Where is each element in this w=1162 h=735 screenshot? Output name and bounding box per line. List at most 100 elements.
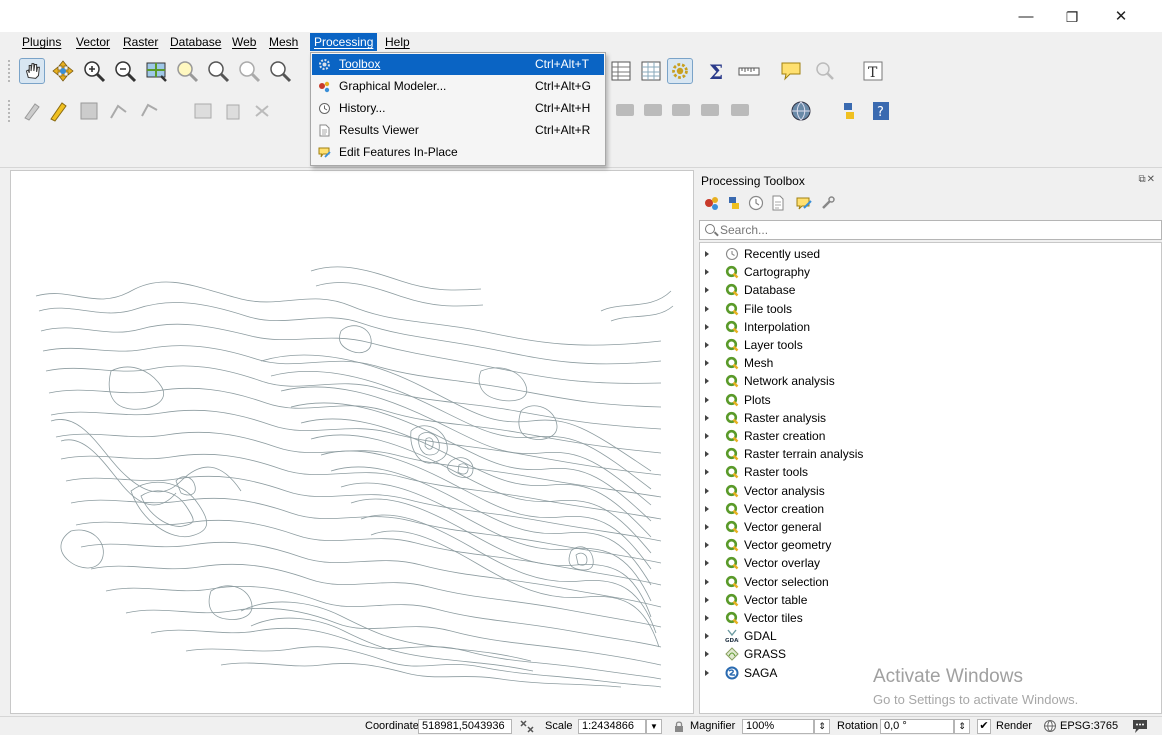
render-checkbox[interactable]: ✔ <box>977 719 991 734</box>
label-rotate-icon[interactable] <box>727 98 753 124</box>
toolbox-gear-icon[interactable] <box>667 58 693 84</box>
extents-toggle-icon[interactable] <box>519 719 535 734</box>
coordinate-field[interactable]: 518981,5043936 <box>418 719 512 734</box>
zoom-native-icon[interactable] <box>236 58 262 84</box>
menu-item-graphical-modeler[interactable]: Graphical Modeler... Ctrl+Alt+G <box>312 76 604 97</box>
expand-arrow-icon[interactable] <box>705 305 709 312</box>
map-tips-icon[interactable] <box>778 58 804 84</box>
field-calculator-icon[interactable] <box>638 58 664 84</box>
clock-icon[interactable] <box>747 194 765 212</box>
crs-globe-icon[interactable] <box>1043 719 1057 733</box>
tree-item[interactable]: GRASS <box>700 645 1161 663</box>
search-input[interactable] <box>720 222 1150 238</box>
cut-features-icon[interactable] <box>250 98 276 124</box>
toggle-editing-icon[interactable] <box>45 98 71 124</box>
edits-icon[interactable] <box>19 98 45 124</box>
menu-item-toolbox[interactable]: Toolbox Ctrl+Alt+T <box>312 54 604 75</box>
expand-arrow-icon[interactable] <box>705 269 709 276</box>
lock-icon[interactable] <box>673 720 685 733</box>
tree-item[interactable]: Vector table <box>700 591 1161 609</box>
messages-icon[interactable] <box>1131 718 1149 734</box>
zoom-layer-icon[interactable] <box>205 58 231 84</box>
attribute-table-icon[interactable] <box>608 58 634 84</box>
zoom-last-icon[interactable] <box>267 58 293 84</box>
map-canvas[interactable] <box>10 170 694 714</box>
pan-to-selection-icon[interactable] <box>50 58 76 84</box>
settings-wrench-icon[interactable] <box>819 194 837 212</box>
vertex-tool-icon[interactable] <box>137 98 163 124</box>
tree-item[interactable]: File tools <box>700 300 1161 318</box>
rotation-field[interactable]: 0,0 ° <box>880 719 954 734</box>
scale-dropdown-icon[interactable]: ▼ <box>646 719 662 734</box>
toolbar-grip[interactable] <box>8 100 12 122</box>
expand-arrow-icon[interactable] <box>705 487 709 494</box>
expand-arrow-icon[interactable] <box>705 560 709 567</box>
expand-arrow-icon[interactable] <box>705 524 709 530</box>
expand-arrow-icon[interactable] <box>705 505 709 512</box>
label-move-icon[interactable] <box>697 98 723 124</box>
toolbar-grip[interactable] <box>8 60 12 82</box>
expand-arrow-icon[interactable] <box>705 651 709 658</box>
minimize-button[interactable]: — <box>1003 6 1049 28</box>
expand-arrow-icon[interactable] <box>705 451 709 458</box>
measure-line-icon[interactable] <box>736 58 762 84</box>
expand-arrow-icon[interactable] <box>705 323 709 330</box>
expand-arrow-icon[interactable] <box>705 633 709 640</box>
tree-item[interactable]: Recently used <box>700 245 1161 263</box>
pan-hand-icon[interactable] <box>19 58 45 84</box>
tree-item[interactable]: Raster terrain analysis <box>700 445 1161 463</box>
expand-arrow-icon[interactable] <box>705 287 709 294</box>
save-edits-icon[interactable] <box>76 98 102 124</box>
tree-item[interactable]: Vector tiles <box>700 609 1161 627</box>
digitize-icon[interactable] <box>106 98 132 124</box>
text-annotation-icon[interactable]: T <box>860 58 886 84</box>
expand-arrow-icon[interactable] <box>705 596 709 603</box>
tree-item[interactable]: Vector analysis <box>700 482 1161 500</box>
tree-item[interactable]: Vector general <box>700 518 1161 536</box>
menu-item-history[interactable]: History... Ctrl+Alt+H <box>312 98 604 119</box>
tree-item[interactable]: Raster tools <box>700 463 1161 481</box>
tree-item[interactable]: Cartography <box>700 263 1161 281</box>
expand-arrow-icon[interactable] <box>705 378 709 385</box>
expand-arrow-icon[interactable] <box>705 251 709 257</box>
globe-icon[interactable] <box>788 98 814 124</box>
expand-arrow-icon[interactable] <box>705 469 709 476</box>
menu-database[interactable]: Database <box>166 33 225 51</box>
menu-plugins[interactable]: Plugins <box>18 33 65 51</box>
menu-raster[interactable]: Raster <box>119 33 162 51</box>
tree-item[interactable]: GDAL GDAL <box>700 627 1161 645</box>
menu-help[interactable]: Help <box>381 33 414 51</box>
tree-item[interactable]: Vector creation <box>700 500 1161 518</box>
python-script-icon[interactable] <box>725 194 743 212</box>
modeler-icon[interactable] <box>703 194 721 212</box>
label-show-icon[interactable] <box>668 98 694 124</box>
menu-mesh[interactable]: Mesh <box>265 33 302 51</box>
label-pin-icon[interactable] <box>640 98 666 124</box>
toolbox-search[interactable] <box>699 220 1162 240</box>
tree-item[interactable]: Raster analysis <box>700 409 1161 427</box>
locator-icon[interactable] <box>812 58 838 84</box>
tree-item[interactable]: Layer tools <box>700 336 1161 354</box>
edit-in-place-icon[interactable] <box>795 194 813 212</box>
magnifier-field[interactable]: 100% <box>742 719 814 734</box>
expand-arrow-icon[interactable] <box>705 615 709 621</box>
expand-arrow-icon[interactable] <box>705 669 709 676</box>
tree-item[interactable]: Vector selection <box>700 573 1161 591</box>
statistical-summary-icon[interactable]: Σ <box>704 58 730 84</box>
menu-item-edit-features-in-place[interactable]: Edit Features In-Place <box>312 142 604 163</box>
expand-arrow-icon[interactable] <box>705 542 709 549</box>
restore-button[interactable]: ❐ <box>1049 6 1095 28</box>
menu-web[interactable]: Web <box>228 33 260 51</box>
zoom-selection-icon[interactable] <box>174 58 200 84</box>
help-icon[interactable]: ? <box>868 98 894 124</box>
document-icon[interactable] <box>769 194 787 212</box>
zoom-full-icon[interactable] <box>143 58 169 84</box>
crs-button[interactable]: EPSG:3765 <box>1060 719 1118 734</box>
expand-arrow-icon[interactable] <box>705 433 709 439</box>
tree-item[interactable]: Mesh <box>700 354 1161 372</box>
modify-attributes-icon[interactable] <box>190 98 216 124</box>
scale-field[interactable]: 1:2434866 <box>578 719 646 734</box>
tree-item[interactable]: Vector overlay <box>700 554 1161 572</box>
expand-arrow-icon[interactable] <box>705 578 709 585</box>
tree-item[interactable]: Plots <box>700 391 1161 409</box>
